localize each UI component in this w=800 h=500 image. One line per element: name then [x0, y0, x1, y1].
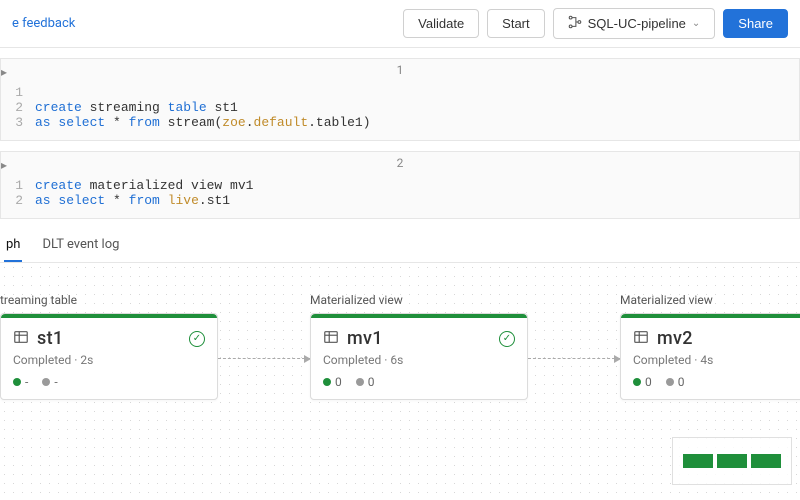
metric-dot-green: [323, 378, 331, 386]
code-line[interactable]: 2as select * from live.st1: [1, 193, 799, 208]
table-icon: [13, 329, 29, 349]
tab-graph[interactable]: ph: [4, 229, 22, 262]
line-number: 2: [1, 193, 35, 208]
cell-collapse-icon[interactable]: ▸: [1, 65, 7, 79]
validate-button[interactable]: Validate: [403, 9, 479, 38]
table-icon: [633, 329, 649, 349]
pipeline-name: SQL-UC-pipeline: [588, 16, 686, 31]
metric-dot-green: [633, 378, 641, 386]
metric-dot-green: [13, 378, 21, 386]
code-cell[interactable]: ▸ 2 1create materialized view mv12as sel…: [0, 151, 800, 219]
chevron-down-icon: ⌄: [692, 18, 700, 29]
graph-canvas[interactable]: treaming table st1 ✓ Completed · 2s - - …: [0, 263, 800, 493]
line-number: 2: [1, 100, 35, 115]
code-area[interactable]: 12create streaming table st13as select *…: [1, 81, 799, 140]
line-number: 3: [1, 115, 35, 130]
cell-collapse-icon[interactable]: ▸: [1, 158, 7, 172]
tab-bar: ph DLT event log: [0, 229, 800, 263]
share-button[interactable]: Share: [723, 9, 788, 38]
code-line[interactable]: 1: [1, 85, 799, 100]
graph-node[interactable]: mv1 ✓ Completed · 6s 0 0: [310, 313, 528, 400]
graph-edge: [528, 358, 620, 359]
node-status: Completed · 6s: [323, 353, 515, 367]
graph-node[interactable]: st1 ✓ Completed · 2s - -: [0, 313, 218, 400]
check-icon: ✓: [499, 331, 515, 347]
minimap-node: [751, 454, 781, 468]
code-text: create materialized view mv1: [35, 178, 253, 193]
code-line[interactable]: 2create streaming table st1: [1, 100, 799, 115]
code-text: create streaming table st1: [35, 100, 238, 115]
node-type-label: Materialized view: [310, 293, 403, 307]
pipeline-icon: [568, 15, 582, 32]
minimap-node: [717, 454, 747, 468]
line-number: 1: [1, 178, 35, 193]
metric-dot-gray: [42, 378, 50, 386]
code-text: as select * from stream(zoe.default.tabl…: [35, 115, 371, 130]
feedback-link[interactable]: e feedback: [12, 16, 75, 31]
line-number: 1: [1, 85, 35, 100]
node-name: mv2: [657, 328, 693, 349]
code-line[interactable]: 3as select * from stream(zoe.default.tab…: [1, 115, 799, 130]
start-button[interactable]: Start: [487, 9, 544, 38]
node-metrics: 0 0: [323, 375, 515, 389]
cell-header: ▸ 2: [1, 152, 799, 174]
cell-header: ▸ 1: [1, 59, 799, 81]
check-icon: ✓: [189, 331, 205, 347]
code-cell[interactable]: ▸ 1 12create streaming table st13as sele…: [0, 58, 800, 141]
node-status: Completed · 4s: [633, 353, 800, 367]
topbar-actions: Validate Start SQL-UC-pipeline ⌄ Share: [403, 8, 788, 39]
metric-dot-gray: [666, 378, 674, 386]
code-text: as select * from live.st1: [35, 193, 230, 208]
node-type-label: treaming table: [0, 293, 77, 307]
table-icon: [323, 329, 339, 349]
cell-index: 1: [397, 63, 404, 77]
node-metrics: 0 0: [633, 375, 800, 389]
minimap[interactable]: [672, 437, 792, 485]
topbar: e feedback Validate Start SQL-UC-pipelin…: [0, 0, 800, 48]
node-name: st1: [37, 328, 63, 349]
minimap-node: [683, 454, 713, 468]
code-area[interactable]: 1create materialized view mv12as select …: [1, 174, 799, 218]
node-metrics: - -: [13, 375, 205, 389]
node-type-label: Materialized view: [620, 293, 713, 307]
graph-edge: [218, 358, 310, 359]
pipeline-selector[interactable]: SQL-UC-pipeline ⌄: [553, 8, 716, 39]
cell-index: 2: [397, 156, 404, 170]
node-status: Completed · 2s: [13, 353, 205, 367]
metric-dot-gray: [356, 378, 364, 386]
tab-event-log[interactable]: DLT event log: [40, 229, 121, 262]
node-name: mv1: [347, 328, 383, 349]
code-line[interactable]: 1create materialized view mv1: [1, 178, 799, 193]
graph-node[interactable]: mv2 ✓ Completed · 4s 0 0: [620, 313, 800, 400]
